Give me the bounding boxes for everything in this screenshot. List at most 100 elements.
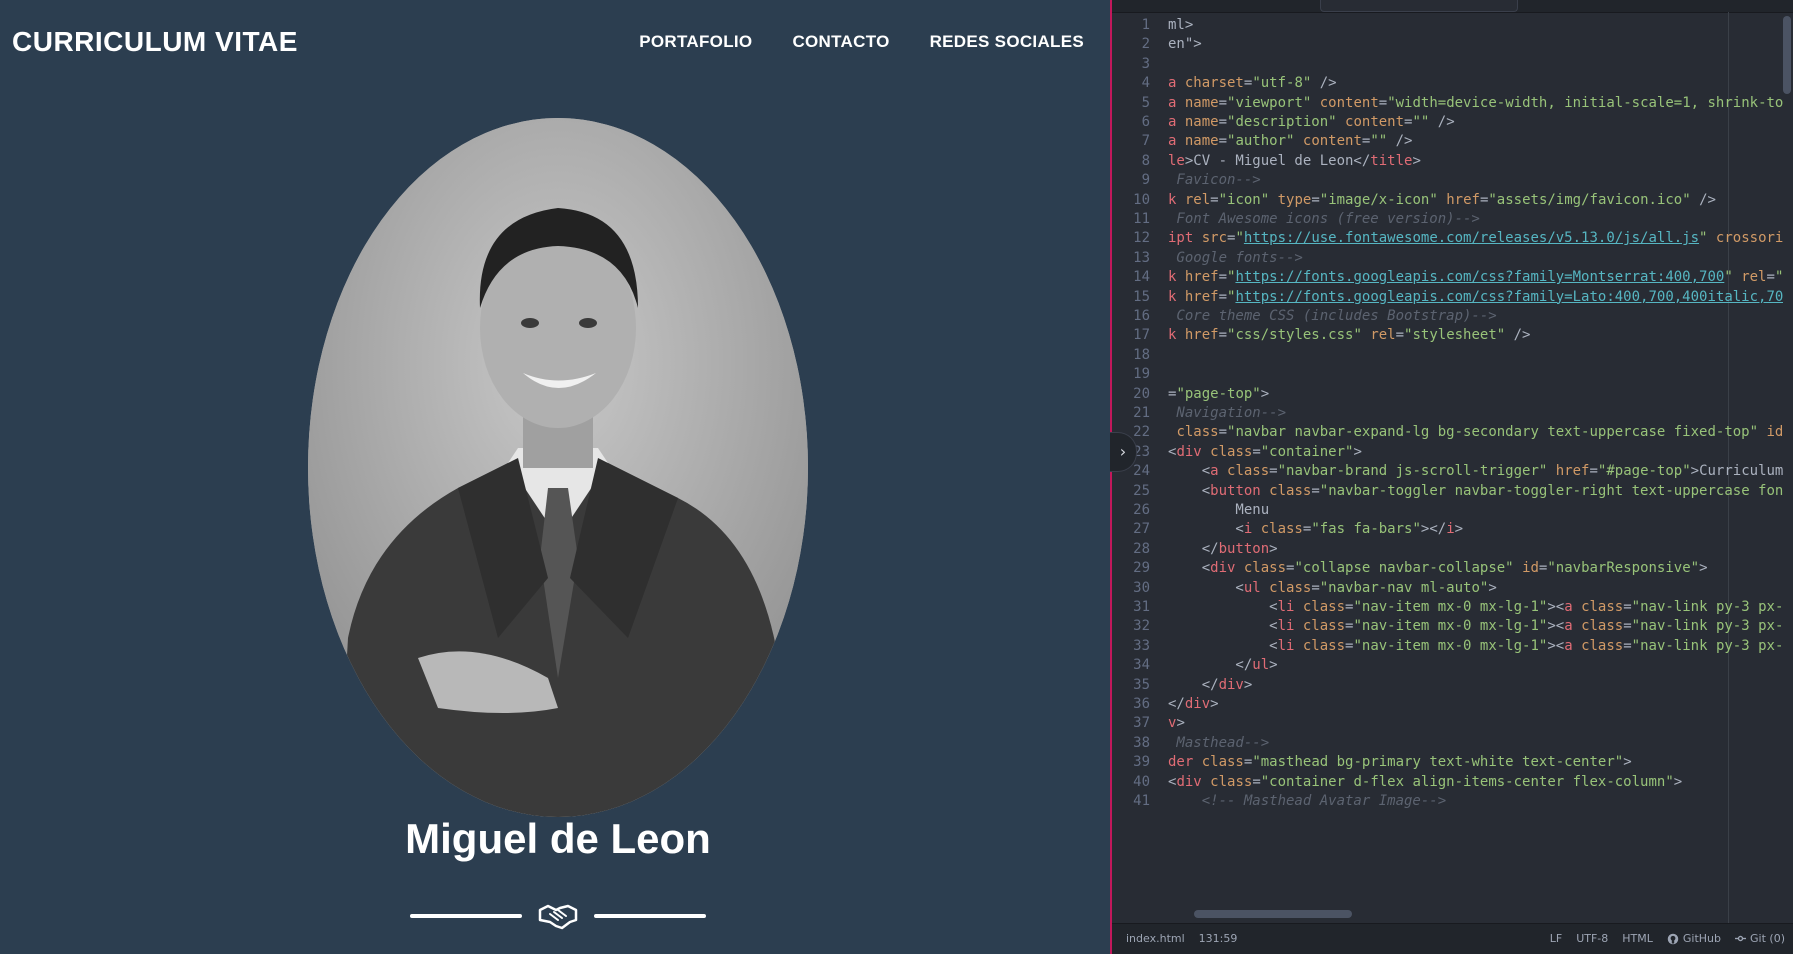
code-token: href xyxy=(1184,288,1219,305)
code-token: "nav-item mx-0 mx-lg-1" xyxy=(1353,637,1548,654)
code-token: k xyxy=(1168,327,1185,344)
code-token: content xyxy=(1345,114,1405,130)
masthead-heading-name: Miguel de Leon xyxy=(405,815,711,862)
code-token: div xyxy=(1184,696,1211,712)
code-token: class xyxy=(1243,560,1287,577)
code-token: Core theme CSS (includes Bootstrap)--> xyxy=(1168,308,1497,324)
code-token: class xyxy=(1227,463,1270,480)
nav-link-contacto[interactable]: CONTACTO xyxy=(792,32,889,52)
code-token: content xyxy=(1302,133,1362,150)
status-git[interactable]: Git (0) xyxy=(1735,932,1785,945)
code-token: = xyxy=(1218,94,1228,111)
code-token: > xyxy=(1412,152,1421,169)
code-token: ipt xyxy=(1168,230,1202,247)
code-token: "st xyxy=(1774,269,1783,286)
code-token: Favicon--> xyxy=(1168,172,1261,189)
status-encoding[interactable]: UTF-8 xyxy=(1576,932,1608,945)
code-token: a xyxy=(1168,75,1185,92)
code-token: ul xyxy=(1252,657,1270,674)
horizontal-scrollbar-thumb[interactable] xyxy=(1194,910,1352,918)
code-token: "viewport" xyxy=(1227,94,1312,111)
code-token: class xyxy=(1581,599,1624,615)
code-token: k xyxy=(1168,288,1185,305)
code-token: "navbar-brand js-scroll-trigger" xyxy=(1277,463,1548,480)
code-token: a xyxy=(1564,599,1582,615)
code-token: href xyxy=(1446,191,1480,208)
navbar-brand[interactable]: CURRICULUM VITAE xyxy=(12,26,298,58)
code-token: "navbar-toggler navbar-toggler-right tex… xyxy=(1319,482,1783,499)
code-token: = xyxy=(1589,463,1598,480)
code-token: = xyxy=(1269,463,1278,480)
code-token: "css/styles.css" xyxy=(1227,327,1362,344)
code-token: "#page-top" xyxy=(1597,463,1691,480)
code-token: class xyxy=(1210,443,1253,460)
code-token: < xyxy=(1168,463,1211,480)
code-token: a xyxy=(1564,618,1582,635)
code-token: https://fonts.googleapis.com/css?family=… xyxy=(1235,269,1725,286)
code-token: class xyxy=(1302,618,1346,635)
code-token: der xyxy=(1168,754,1202,771)
code-token: = xyxy=(1210,191,1219,208)
code-text: <!-- Masthead Avatar Image--> xyxy=(1168,790,1783,812)
code-token: = xyxy=(1378,94,1388,111)
code-editor: 1 ml> 2 en"> 3 4 a charset="utf-8" /> 5 a name="… xyxy=(1110,0,1793,954)
code-token: div xyxy=(1176,773,1211,790)
code-token: "width=device-width, initial-scale=1, sh… xyxy=(1387,94,1783,111)
code-token: ></ xyxy=(1420,521,1447,538)
code-token: = xyxy=(1623,618,1632,635)
code-token: > xyxy=(1488,579,1497,596)
code-token: Navigation--> xyxy=(1168,405,1287,421)
nav-link-redes-sociales[interactable]: REDES SOCIALES xyxy=(930,32,1084,52)
code-lines[interactable]: 1 ml> 2 en"> 3 4 a charset="utf-8" /> 5 a name="… xyxy=(1112,12,1793,924)
code-token: charset xyxy=(1184,75,1244,92)
status-git-label: Git (0) xyxy=(1750,932,1785,945)
status-file-name[interactable]: index.html xyxy=(1126,932,1185,945)
code-token: Font Awesome icons (free version)--> xyxy=(1168,211,1480,227)
code-token: > xyxy=(1454,521,1464,538)
code-token: < xyxy=(1168,637,1278,654)
nav-link-portafolio[interactable]: PORTAFOLIO xyxy=(639,32,752,52)
code-token: >Curriculum V xyxy=(1690,463,1783,480)
code-token: = xyxy=(1252,773,1261,790)
code-token: "fas fa-bars" xyxy=(1311,521,1421,538)
code-token: https://use.fontawesome.com/releases/v5.… xyxy=(1243,230,1700,247)
code-line[interactable]: 41 <!-- Masthead Avatar Image--> xyxy=(1112,790,1793,812)
code-token: < xyxy=(1168,618,1278,635)
code-token: ml> xyxy=(1168,17,1194,33)
code-token: class xyxy=(1260,521,1303,538)
code-token: < xyxy=(1168,521,1244,538)
code-token: href xyxy=(1184,269,1219,286)
code-token: "" xyxy=(1412,114,1430,130)
code-token: = xyxy=(1623,637,1632,654)
code-token: li xyxy=(1277,637,1303,654)
status-grammar[interactable]: HTML xyxy=(1622,932,1653,945)
code-token: "navbar navbar-expand-lg bg-secondary te… xyxy=(1227,424,1759,441)
status-cursor-position[interactable]: 131:59 xyxy=(1199,932,1238,945)
code-token: i xyxy=(1446,521,1455,538)
code-token: = xyxy=(1218,133,1228,150)
divider-custom xyxy=(410,902,706,932)
code-token: "navbar-nav ml-auto" xyxy=(1319,579,1489,596)
code-token: /> xyxy=(1387,133,1413,150)
divider-line-right xyxy=(594,914,706,918)
code-token: < xyxy=(1168,560,1211,577)
code-token: > xyxy=(1243,676,1253,693)
code-token: >< xyxy=(1547,599,1565,615)
code-token: src xyxy=(1201,230,1228,247)
code-token: href xyxy=(1555,463,1590,480)
editor-tab-active[interactable] xyxy=(1320,0,1518,12)
status-line-ending[interactable]: LF xyxy=(1550,932,1562,945)
vertical-scrollbar-thumb[interactable] xyxy=(1783,16,1791,94)
code-token: i xyxy=(1243,521,1261,538)
code-token: </ xyxy=(1168,676,1219,693)
status-github[interactable]: GitHub xyxy=(1667,932,1721,945)
code-token: " xyxy=(1724,269,1733,286)
code-token: >< xyxy=(1547,618,1565,635)
code-token: class xyxy=(1302,637,1346,654)
code-token: k xyxy=(1168,269,1185,286)
code-token: li xyxy=(1277,618,1303,635)
code-token: >CV - Miguel de Leon</ xyxy=(1184,152,1371,169)
